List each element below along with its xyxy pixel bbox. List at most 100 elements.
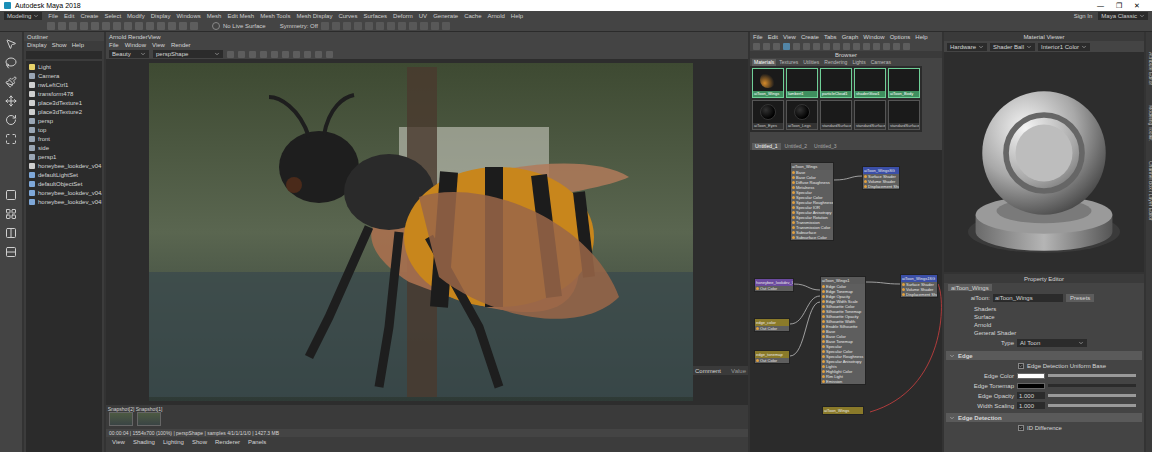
window-control[interactable]: ✕ (1134, 2, 1140, 9)
menu-item[interactable]: Surfaces (363, 13, 387, 19)
outliner-item[interactable]: honeybee_lookdev_v04 (26, 162, 102, 170)
slider-track[interactable] (1048, 404, 1136, 407)
slider-row[interactable]: Edge Opacity1.000 (946, 391, 1142, 400)
graph-node[interactable]: aiToon_WingsSGSurface ShaderVolume Shade… (862, 166, 900, 190)
node-attribute[interactable]: Silhouette Opacity (821, 314, 865, 319)
node-attribute[interactable]: Surface Shader (863, 174, 899, 179)
menu-item[interactable]: Graph (842, 34, 859, 40)
outliner-item[interactable]: top (26, 126, 102, 134)
node-attribute[interactable]: Edge Width Scale (821, 299, 865, 304)
node-attribute[interactable]: Transmission (791, 220, 833, 225)
browser-tab[interactable]: Rendering (822, 59, 849, 66)
rotate-tool-icon[interactable] (5, 114, 17, 126)
menu-item[interactable]: Show (192, 439, 207, 445)
node-attribute[interactable]: Specular Anisotropy (791, 210, 833, 215)
node-attribute[interactable]: Specular (821, 344, 865, 349)
color-row[interactable]: Edge Tonemap (946, 381, 1142, 390)
live-surface[interactable]: No Live Surface (223, 23, 266, 29)
render-button-icon[interactable] (398, 22, 406, 30)
value-field[interactable]: 1.000 (1017, 402, 1045, 409)
slider-row[interactable]: Width Scaling1.000 (946, 401, 1142, 410)
hypershade-tool-icon[interactable] (803, 43, 810, 50)
toolbar-button-icon[interactable] (47, 22, 55, 30)
menu-item[interactable]: UV (419, 13, 427, 19)
slider-track[interactable] (1048, 394, 1136, 397)
toolbar-button-icon[interactable] (91, 22, 99, 30)
render-button-icon[interactable] (387, 22, 395, 30)
outliner-item[interactable]: nwLeftCtrl1 (26, 81, 102, 89)
color-swatch[interactable] (1017, 373, 1045, 379)
render-button-icon[interactable] (365, 22, 373, 30)
hypershade-tool-icon[interactable] (883, 43, 890, 50)
node-attribute[interactable]: Specular Anisotropy (821, 359, 865, 364)
side-tab[interactable]: Modeling Toolkit (1148, 105, 1152, 141)
magnet-icon[interactable] (212, 22, 220, 30)
toolbar-button-icon[interactable] (80, 22, 88, 30)
menu-item[interactable]: Options (890, 34, 911, 40)
color-row[interactable]: Edge Color (946, 371, 1142, 380)
move-tool-icon[interactable] (5, 95, 17, 107)
menu-item[interactable]: Mesh (207, 13, 222, 19)
toolbar-button-icon[interactable] (69, 22, 77, 30)
node-attribute[interactable]: Edge Tonemap (821, 289, 865, 294)
hypershade-tool-icon[interactable] (873, 43, 880, 50)
symmetry[interactable]: Symmetry: Off (280, 23, 318, 29)
node-attribute[interactable]: Diffuse Roughness (791, 180, 833, 185)
hypershade-tool-icon[interactable] (773, 43, 780, 50)
outliner-search[interactable] (26, 51, 102, 59)
outliner-item[interactable]: place3dTexture1 (26, 99, 102, 107)
viewer-dropdown[interactable]: Interior1 Color (1038, 43, 1090, 51)
outliner-item[interactable]: honeybee_lookdev_v04Bc (26, 198, 102, 206)
side-tab[interactable]: Channel Box / Layer Editor (1148, 161, 1152, 221)
render-tool-icon[interactable] (326, 51, 333, 58)
menu-item[interactable]: Cache (464, 13, 481, 19)
mode-dropdown[interactable]: Modeling (4, 12, 42, 20)
value-field[interactable]: 1.000 (1017, 392, 1045, 399)
hypershade-tool-icon[interactable] (853, 43, 860, 50)
render-button-icon[interactable] (409, 22, 417, 30)
toolbar-button-icon[interactable] (113, 22, 121, 30)
graph-node[interactable]: edge_colorOut Color (754, 318, 790, 332)
outliner-item[interactable]: honeybee_lookdev_v04Ac (26, 189, 102, 197)
node-name-field[interactable]: aiToon_Wings (993, 294, 1063, 302)
section-header[interactable]: Edge Detection (946, 413, 1142, 422)
aov-dropdown[interactable]: Beauty (109, 50, 149, 58)
graph-tab[interactable]: Untitled_2 (782, 143, 811, 150)
node-attribute[interactable]: Subsurface (791, 230, 833, 235)
render-tool-icon[interactable] (293, 51, 300, 58)
outliner-item[interactable]: persp1 (26, 153, 102, 161)
material-swatch[interactable]: aiToon_Eyes (752, 100, 784, 130)
graph-node[interactable]: aiToon_Wings1SGSurface ShaderVolume Shad… (900, 274, 938, 298)
node-attribute[interactable]: Silhouette Width (821, 319, 865, 324)
node-attribute[interactable]: Edge Opacity (821, 294, 865, 299)
menu-item[interactable]: View (783, 34, 796, 40)
render-tool-icon[interactable] (315, 51, 322, 58)
menu-item[interactable]: Renderer (215, 439, 240, 445)
graph-node[interactable]: aiToon_WingsBaseBase ColorDiffuse Roughn… (790, 162, 834, 241)
node-attribute[interactable]: Silhouette Tonemap (821, 309, 865, 314)
paint-tool-icon[interactable] (5, 76, 17, 88)
graph-node[interactable]: honeybee_lookdev_UVOut Color (754, 278, 794, 292)
side-tab[interactable]: Attribute Editor (1148, 52, 1152, 85)
toolbar-button-icon[interactable] (135, 22, 143, 30)
toolbar-button-icon[interactable] (58, 22, 66, 30)
sign-in[interactable]: Sign In (1074, 13, 1093, 19)
hypershade-tool-icon[interactable] (763, 43, 770, 50)
node-attribute[interactable]: Displacement Shader (863, 184, 899, 189)
menu-item[interactable]: Curves (338, 13, 357, 19)
node-attribute[interactable]: Displacement Shader (901, 292, 937, 297)
menu-item[interactable]: Display (151, 13, 171, 19)
material-swatch[interactable]: lambert1 (786, 68, 818, 98)
node-attribute[interactable]: Emission (821, 379, 865, 384)
menu-item[interactable]: File (48, 13, 58, 19)
menu-item[interactable]: Create (80, 13, 98, 19)
node-attribute[interactable]: Base (821, 329, 865, 334)
dropdown-row[interactable]: TypeAI Toon (946, 338, 1142, 348)
menu-item[interactable]: Edit Mesh (227, 13, 254, 19)
menu-item[interactable]: Modify (127, 13, 145, 19)
toolbar-button-icon[interactable] (157, 22, 165, 30)
graph-node[interactable]: aiToon_Wings (822, 406, 864, 415)
menu-item[interactable]: Help (511, 13, 523, 19)
outliner-item[interactable]: Light (26, 63, 102, 71)
menu-item[interactable]: Deform (393, 13, 413, 19)
